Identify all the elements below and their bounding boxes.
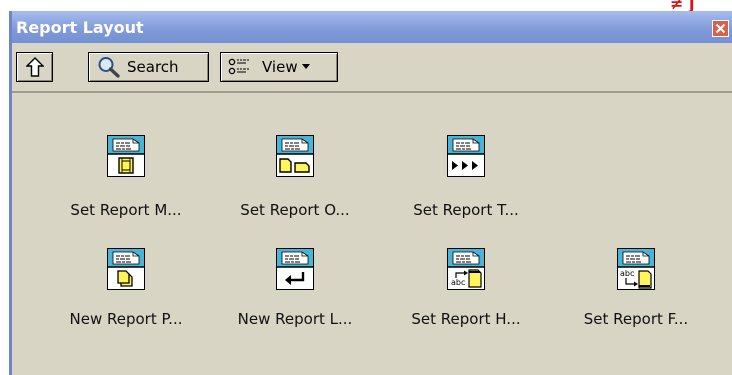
- palette-item-label: New Report P...: [69, 310, 183, 328]
- palette-item-label: New Report L...: [237, 310, 353, 328]
- palette-item-set-report-header[interactable]: abc Set Report H...: [380, 248, 552, 346]
- title-bar: Report Layout: [12, 11, 732, 43]
- report-footer-icon: abc: [617, 248, 655, 290]
- palette-item-set-report-orientation[interactable]: Set Report O...: [209, 135, 381, 233]
- report-header-icon: abc: [447, 248, 485, 290]
- palette-item-set-report-tabs[interactable]: Set Report T...: [380, 135, 552, 233]
- new-line-icon: [276, 248, 314, 290]
- palette-item-set-report-footer[interactable]: abc Set Report F...: [550, 248, 722, 346]
- search-button[interactable]: Search: [88, 52, 209, 82]
- report-tabs-icon: [447, 135, 485, 177]
- dropdown-arrow-icon: [301, 64, 310, 69]
- report-orientation-icon: [276, 135, 314, 177]
- palette-item-label: Set Report T...: [413, 201, 519, 219]
- palette-item-new-report-page[interactable]: New Report P...: [40, 248, 212, 346]
- arrow-up-icon: [25, 57, 44, 77]
- svg-text:abc: abc: [451, 278, 465, 287]
- view-label: View: [262, 58, 298, 76]
- palette-item-set-report-margins[interactable]: Set Report M...: [40, 135, 212, 233]
- up-button[interactable]: [16, 52, 53, 82]
- search-label: Search: [127, 58, 179, 76]
- palette-item-label: Set Report M...: [70, 201, 182, 219]
- report-margins-icon: [107, 135, 145, 177]
- toolbar: Search View: [12, 43, 732, 93]
- list-view-icon: [228, 58, 249, 75]
- palette-item-label: Set Report H...: [411, 310, 521, 328]
- window-title: Report Layout: [16, 18, 144, 37]
- new-page-icon: [107, 248, 145, 290]
- magnifier-icon: [98, 57, 120, 78]
- close-icon: [715, 23, 726, 34]
- palette-item-label: Set Report O...: [240, 201, 350, 219]
- report-layout-palette: Report Layout Search View Set Report M..…: [9, 11, 732, 375]
- palette-item-new-report-line[interactable]: New Report L...: [209, 248, 381, 346]
- svg-text:abc: abc: [620, 269, 634, 278]
- view-button[interactable]: View: [220, 52, 338, 82]
- palette-item-label: Set Report F...: [583, 310, 689, 328]
- close-button[interactable]: [712, 20, 729, 37]
